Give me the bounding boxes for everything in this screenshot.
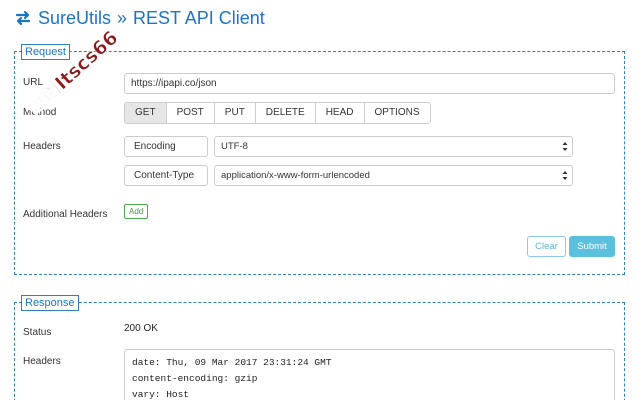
page-name: REST API Client	[133, 7, 265, 28]
status-label: Status	[23, 327, 52, 338]
url-input[interactable]	[124, 73, 615, 94]
swap-arrows-icon	[15, 10, 31, 26]
encoding-select-value: UTF-8	[221, 141, 248, 152]
submit-button[interactable]: Submit	[569, 236, 615, 257]
response-legend: Response	[21, 295, 79, 311]
method-put-button[interactable]: PUT	[214, 103, 256, 123]
header-name-encoding: Encoding	[124, 136, 208, 157]
select-arrows-icon	[562, 142, 568, 151]
select-arrows-icon	[562, 171, 568, 180]
response-headers-box[interactable]: date: Thu, 09 Mar 2017 23:31:24 GMT cont…	[124, 349, 615, 400]
breadcrumb-separator: »	[117, 7, 128, 28]
add-header-button[interactable]: Add	[124, 204, 149, 219]
method-options-button[interactable]: OPTIONS	[364, 103, 430, 123]
content-type-select[interactable]: application/x-www-form-urlencoded	[214, 165, 573, 186]
response-header-line: vary: Host	[132, 389, 190, 400]
response-headers-label: Headers	[23, 356, 61, 367]
encoding-select[interactable]: UTF-8	[214, 136, 573, 157]
method-post-button[interactable]: POST	[166, 103, 215, 123]
additional-headers-label: Additional Headers	[23, 209, 108, 220]
content-type-select-value: application/x-www-form-urlencoded	[221, 170, 370, 181]
watermark-stamp: 数创Itscs66	[28, 28, 123, 120]
watermark-text: 数创Itscs66	[28, 28, 122, 120]
page-title: SureUtils » REST API Client	[14, 6, 265, 30]
method-delete-button[interactable]: DELETE	[255, 103, 316, 123]
status-value: 200 OK	[124, 323, 158, 334]
app-name-link[interactable]: SureUtils	[38, 8, 111, 29]
headers-label: Headers	[23, 141, 61, 152]
header-name-content-type: Content-Type	[124, 165, 208, 186]
response-header-line: date: Thu, 09 Mar 2017 23:31:24 GMT	[132, 357, 332, 368]
response-header-line: content-encoding: gzip	[132, 373, 258, 384]
method-head-button[interactable]: HEAD	[315, 103, 365, 123]
clear-button[interactable]: Clear	[527, 236, 566, 257]
method-button-group: GET POST PUT DELETE HEAD OPTIONS	[124, 102, 431, 124]
